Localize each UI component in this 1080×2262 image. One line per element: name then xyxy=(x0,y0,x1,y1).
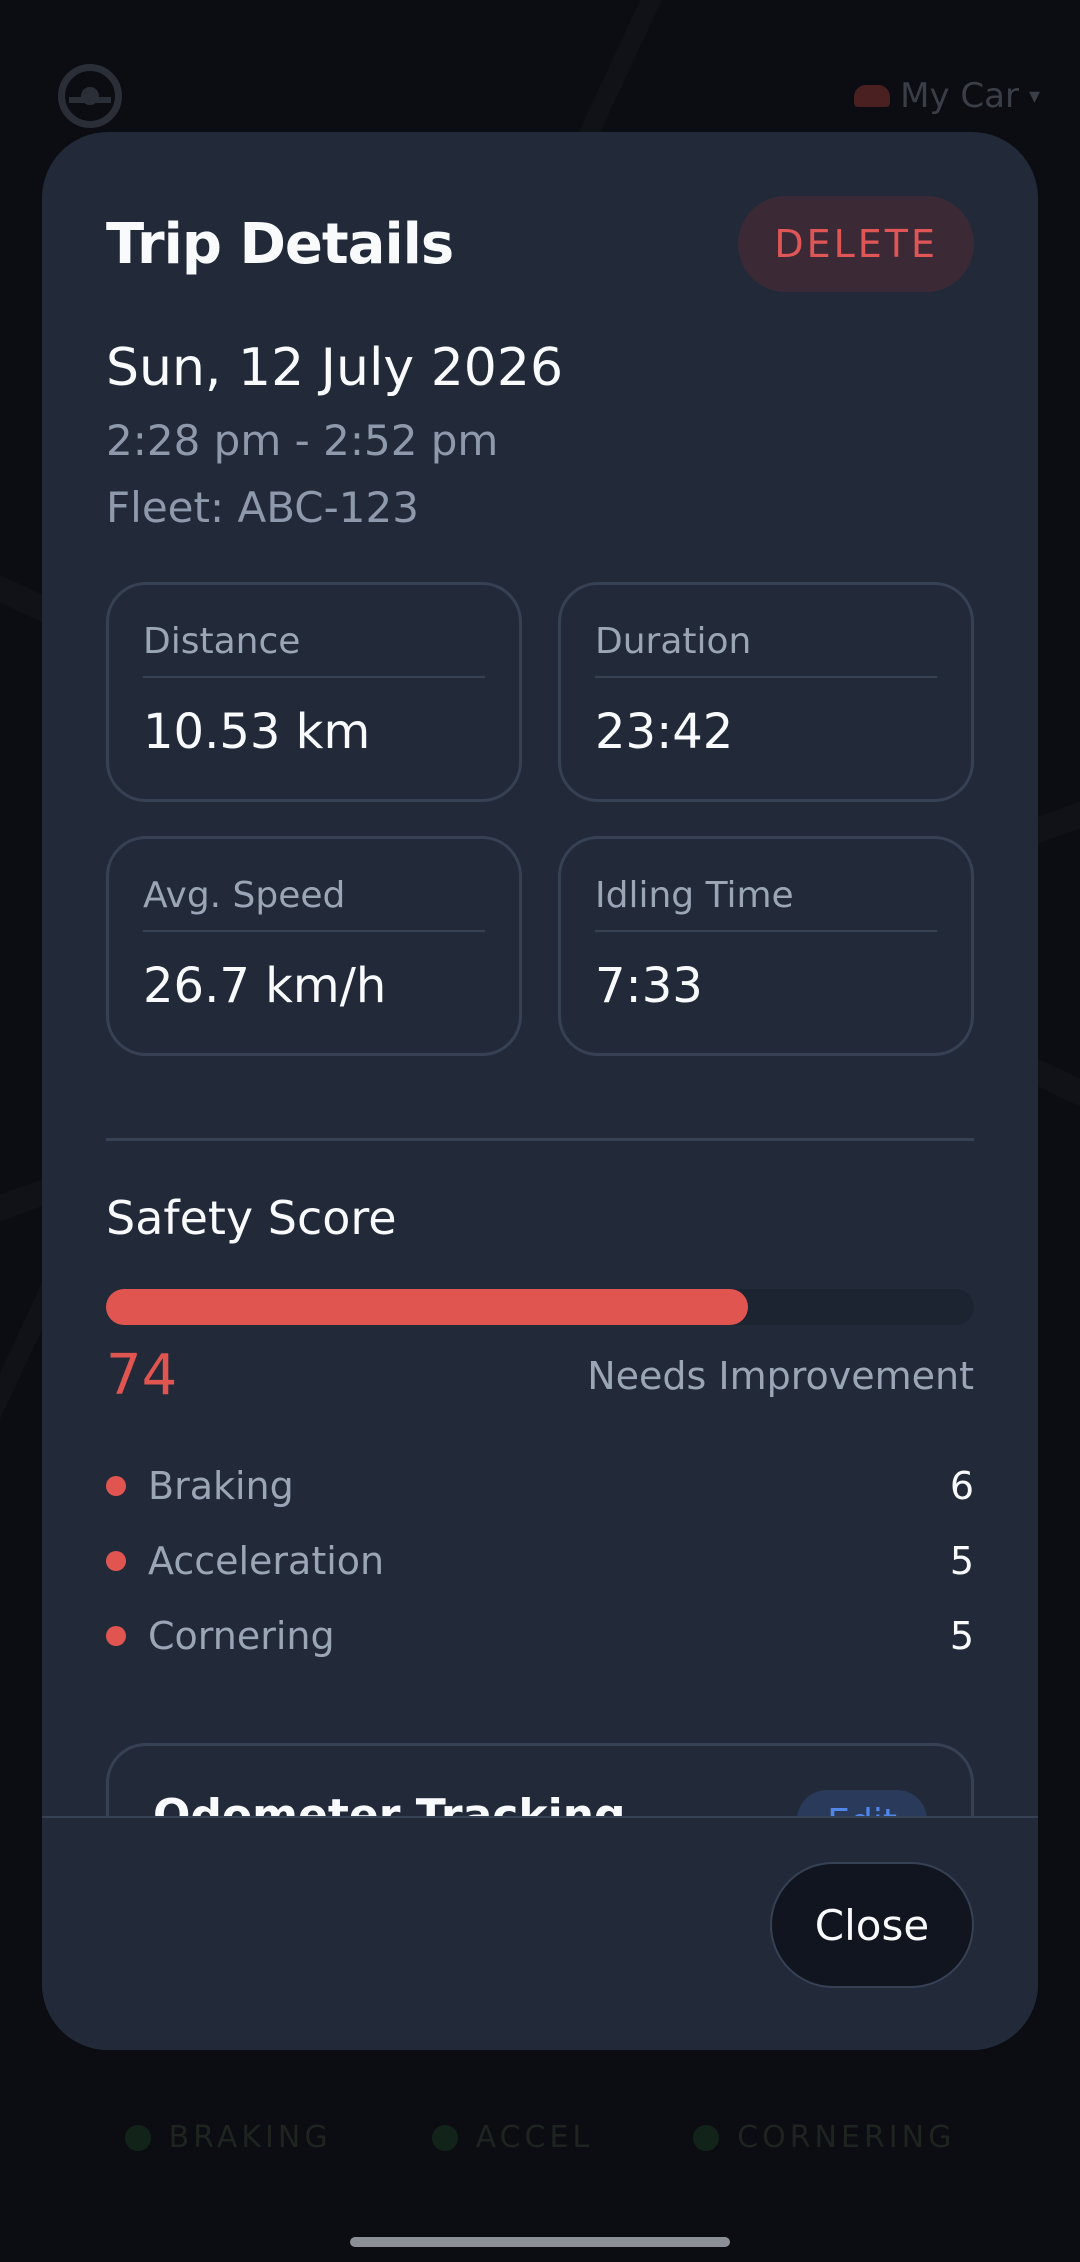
trip-fleet: Fleet: ABC-123 xyxy=(106,483,419,532)
odometer-title: Odometer Tracking xyxy=(153,1790,626,1816)
stat-label: Distance xyxy=(143,621,485,678)
legend-label: ACCEL xyxy=(475,2120,594,2155)
legend-label: CORNERING xyxy=(737,2120,956,2155)
safety-score-row: 74 Needs Improvement xyxy=(106,1343,974,1408)
modal-title: Trip Details xyxy=(106,211,454,277)
close-button[interactable]: Close xyxy=(770,1862,974,1988)
legend-item-braking: BRAKING xyxy=(124,2120,332,2155)
event-count: 5 xyxy=(949,1613,974,1658)
stat-card-idling-time: Idling Time 7:33 xyxy=(558,836,974,1056)
legend-item-accel: ACCEL xyxy=(431,2120,594,2155)
steering-wheel-icon[interactable] xyxy=(58,64,122,128)
event-dot-icon xyxy=(106,1475,126,1496)
stat-label: Idling Time xyxy=(595,875,937,932)
delete-button[interactable]: DELETE xyxy=(738,196,974,292)
event-row-cornering: Cornering 5 xyxy=(106,1598,974,1673)
home-indicator[interactable] xyxy=(350,2237,730,2247)
legend-item-cornering: CORNERING xyxy=(693,2120,955,2155)
stat-card-distance: Distance 10.53 km xyxy=(106,582,522,802)
event-label: Acceleration xyxy=(148,1538,385,1583)
stat-value: 10.53 km xyxy=(143,704,371,760)
legend-dot-icon xyxy=(431,2124,458,2151)
stat-value: 26.7 km/h xyxy=(143,958,387,1014)
chevron-down-icon: ▾ xyxy=(1028,83,1040,109)
modal-header: Trip Details DELETE xyxy=(106,196,974,292)
stat-label: Avg. Speed xyxy=(143,875,485,932)
safety-score-value: 74 xyxy=(106,1343,178,1408)
event-dot-icon xyxy=(106,1550,126,1571)
event-count: 5 xyxy=(949,1538,974,1583)
odometer-card: Odometer Tracking Edit xyxy=(106,1743,974,1816)
stat-label: Duration xyxy=(595,621,937,678)
odometer-edit-button[interactable]: Edit xyxy=(797,1790,927,1816)
event-label: Braking xyxy=(148,1463,294,1508)
trip-date: Sun, 12 July 2026 xyxy=(106,338,564,398)
modal-scroll-area[interactable]: Trip Details DELETE Sun, 12 July 2026 2:… xyxy=(42,132,1038,1816)
car-selector[interactable]: My Car ▾ xyxy=(854,76,1040,116)
event-dot-icon xyxy=(106,1625,126,1646)
safety-score-status: Needs Improvement xyxy=(587,1354,974,1398)
safety-score-title: Safety Score xyxy=(106,1191,397,1245)
stats-grid: Distance 10.53 km Duration 23:42 Avg. Sp… xyxy=(106,582,974,1056)
section-divider xyxy=(106,1138,974,1141)
modal-footer: Close xyxy=(42,1816,1038,2050)
event-legend: BRAKING ACCEL CORNERING xyxy=(0,2120,1080,2155)
safety-score-bar xyxy=(106,1289,974,1325)
event-row-braking: Braking 6 xyxy=(106,1448,974,1523)
event-row-acceleration: Acceleration 5 xyxy=(106,1523,974,1598)
legend-label: BRAKING xyxy=(168,2120,332,2155)
safety-event-list: Braking 6 Acceleration 5 Cornering 5 xyxy=(106,1448,974,1673)
event-label: Cornering xyxy=(148,1613,335,1658)
trip-details-modal: Trip Details DELETE Sun, 12 July 2026 2:… xyxy=(42,132,1038,2050)
event-count: 6 xyxy=(949,1463,974,1508)
stat-value: 7:33 xyxy=(595,958,703,1014)
car-icon xyxy=(854,85,891,107)
stat-card-duration: Duration 23:42 xyxy=(558,582,974,802)
safety-score-bar-fill xyxy=(106,1289,749,1325)
car-selector-label: My Car xyxy=(900,76,1019,116)
stat-value: 23:42 xyxy=(595,704,734,760)
legend-dot-icon xyxy=(124,2124,151,2151)
legend-dot-icon xyxy=(693,2124,720,2151)
stat-card-avg-speed: Avg. Speed 26.7 km/h xyxy=(106,836,522,1056)
trip-time-range: 2:28 pm - 2:52 pm xyxy=(106,416,499,465)
top-bar: My Car ▾ xyxy=(0,60,1080,140)
